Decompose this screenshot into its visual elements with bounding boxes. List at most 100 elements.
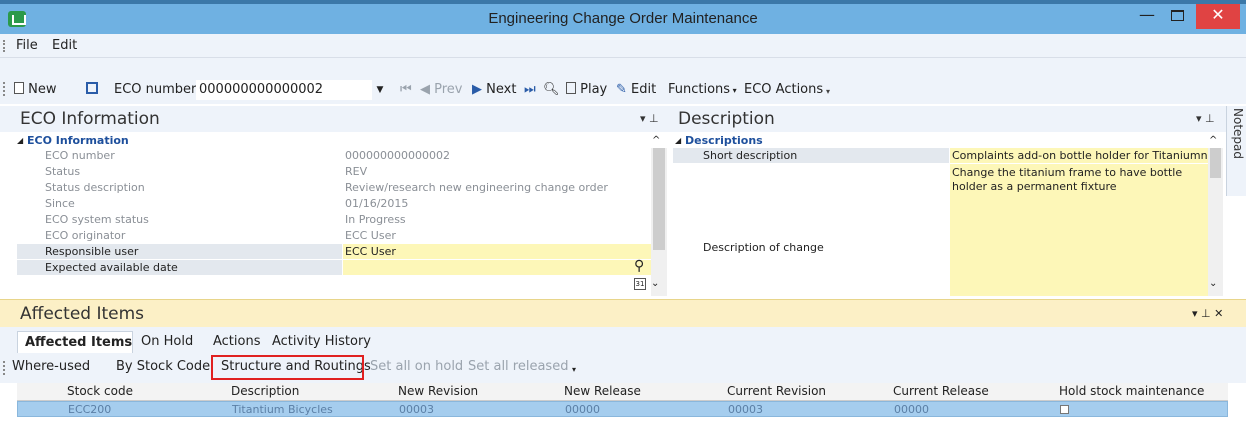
- where-used-button[interactable]: Where-used: [12, 359, 90, 374]
- tab-activity-history[interactable]: Activity History: [272, 331, 371, 353]
- hold-stock-checkbox[interactable]: [1060, 405, 1069, 414]
- maximize-button[interactable]: [1162, 4, 1192, 29]
- new-label: New: [28, 82, 57, 97]
- first-record-button[interactable]: ⏮: [400, 80, 412, 100]
- eco-field-value: In Progress: [345, 213, 406, 226]
- stock-code-cell: ECC200: [68, 403, 112, 416]
- eco-field-label: ECO number: [45, 149, 115, 162]
- play-label: Play: [580, 82, 608, 97]
- table-row[interactable]: ECC200 Titantium Bicycles 00003 00000 00…: [17, 401, 1228, 417]
- functions-label: Functions: [668, 82, 731, 97]
- notepad-label: Notepad: [1231, 108, 1245, 159]
- eco-field-value: 000000000000002: [345, 149, 450, 162]
- description-of-change-field[interactable]: Change the titanium frame to have bottle…: [950, 164, 1208, 296]
- menu-file[interactable]: File: [16, 38, 38, 53]
- column-new-release[interactable]: New Release: [564, 384, 641, 399]
- eco-number-label: ECO number: [114, 82, 197, 97]
- description-panel-header: Description: [670, 106, 1226, 132]
- eco-field-value: ECC User: [345, 229, 396, 242]
- column-description[interactable]: Description: [231, 384, 299, 399]
- toolbar-overflow-icon[interactable]: ▾: [572, 365, 576, 374]
- column-hold-stock-maintenance[interactable]: Hold stock maintenance: [1059, 384, 1204, 399]
- panel-header-left-strip: [0, 106, 20, 132]
- eco-info-panel-header: ECO Information: [20, 106, 670, 132]
- maximize-icon: [1170, 10, 1184, 21]
- play-icon: [566, 82, 576, 94]
- eco-field-label: Responsible user: [17, 244, 342, 259]
- tab-on-hold[interactable]: On Hold: [141, 331, 193, 353]
- new-revision-cell: 00003: [399, 403, 434, 416]
- toolbar-overflow-icon[interactable]: ▾: [826, 87, 836, 99]
- description-grid: ◢ Descriptions ^ Short description Compl…: [673, 133, 1223, 296]
- minimize-button[interactable]: —: [1132, 4, 1162, 29]
- chevron-down-icon: ▾: [730, 86, 737, 95]
- menu-grip: [3, 40, 5, 52]
- chevron-down-icon[interactable]: ⌄: [1209, 278, 1217, 289]
- eco-field-value[interactable]: [343, 260, 651, 275]
- by-stock-code-button[interactable]: By Stock Code: [116, 359, 210, 374]
- play-button[interactable]: Play: [566, 80, 607, 100]
- search-icon[interactable]: ⚲: [634, 258, 644, 274]
- edit-button[interactable]: ✎ Edit: [616, 80, 656, 100]
- descriptions-section-header[interactable]: ◢ Descriptions ^: [673, 133, 1223, 148]
- prev-button[interactable]: ◀ Prev: [420, 80, 463, 100]
- menu-edit[interactable]: Edit: [52, 38, 77, 53]
- tab-actions[interactable]: Actions: [213, 331, 261, 353]
- panel-menu-icon[interactable]: ▾ ⊥ ✕: [1192, 307, 1223, 320]
- search-icon[interactable]: 🔍︎: [543, 80, 560, 100]
- new-button[interactable]: New: [14, 80, 57, 100]
- description-of-change-cell: Description of change: [673, 164, 949, 296]
- next-button[interactable]: ▶ Next: [472, 80, 516, 100]
- collapse-icon: ◢: [675, 136, 682, 145]
- eco-info-scrollbar[interactable]: [651, 148, 667, 296]
- chevron-up-icon[interactable]: ^: [1209, 133, 1217, 148]
- eco-field-label: Since: [45, 197, 75, 210]
- description-of-change-label: Description of change: [703, 241, 824, 254]
- next-icon: ▶: [472, 82, 487, 97]
- notepad-tab[interactable]: Notepad: [1226, 106, 1246, 196]
- description-scroll-thumb[interactable]: [1210, 148, 1221, 178]
- chevron-down-icon[interactable]: ⌄: [651, 278, 659, 289]
- current-revision-cell: 00003: [728, 403, 763, 416]
- prev-icon: ◀: [420, 82, 435, 97]
- save-button[interactable]: [86, 80, 98, 100]
- eco-field-label: ECO originator: [45, 229, 126, 242]
- toolbar-grip: [3, 361, 5, 375]
- short-description-field[interactable]: Complaints add-on bottle holder for Tita…: [950, 148, 1208, 163]
- column-stock-code[interactable]: Stock code: [67, 384, 133, 399]
- eco-info-scroll-thumb[interactable]: [653, 148, 665, 250]
- next-label: Next: [486, 82, 517, 97]
- eco-number-field[interactable]: 000000000000002: [196, 80, 372, 100]
- column-new-revision[interactable]: New Revision: [398, 384, 478, 399]
- panel-menu-icon[interactable]: ▾ ⊥: [640, 112, 659, 125]
- title-bar: Engineering Change Order Maintenance — ✕: [0, 0, 1246, 34]
- window-title: Engineering Change Order Maintenance: [488, 10, 758, 27]
- eco-field-value[interactable]: ECC User: [343, 244, 651, 259]
- descriptions-section-title: Descriptions: [685, 134, 763, 147]
- edit-icon: ✎: [616, 82, 627, 97]
- edit-label: Edit: [631, 82, 657, 97]
- section-title: ECO Information: [27, 134, 129, 147]
- column-current-release[interactable]: Current Release: [893, 384, 989, 399]
- tab-affected-items[interactable]: Affected Items: [17, 331, 133, 353]
- description-scrollbar[interactable]: [1208, 148, 1223, 296]
- chevron-up-icon[interactable]: ^: [652, 133, 660, 148]
- row-selector[interactable]: [0, 401, 17, 417]
- functions-menu[interactable]: Functions ▾: [668, 80, 737, 100]
- panel-menu-icon[interactable]: ▾ ⊥: [1196, 112, 1215, 125]
- affected-items-panel-title: Affected Items: [20, 304, 145, 324]
- current-release-cell: 00000: [894, 403, 929, 416]
- save-icon: [86, 82, 98, 94]
- eco-actions-menu[interactable]: ECO Actions: [744, 80, 823, 100]
- calendar-icon[interactable]: 31: [634, 278, 646, 290]
- close-button[interactable]: ✕: [1196, 4, 1240, 29]
- section-header[interactable]: ◢ ECO Information ^: [17, 133, 667, 147]
- highlight-box: [211, 355, 364, 380]
- last-record-button[interactable]: ⏭: [524, 80, 536, 100]
- eco-field-value: 01/16/2015: [345, 197, 409, 210]
- set-all-released-button[interactable]: Set all released: [468, 359, 568, 374]
- column-current-revision[interactable]: Current Revision: [727, 384, 826, 399]
- description-panel-title: Description: [678, 109, 775, 129]
- chevron-down-icon[interactable]: ▼: [372, 80, 388, 100]
- set-all-on-hold-button[interactable]: Set all on hold: [370, 359, 463, 374]
